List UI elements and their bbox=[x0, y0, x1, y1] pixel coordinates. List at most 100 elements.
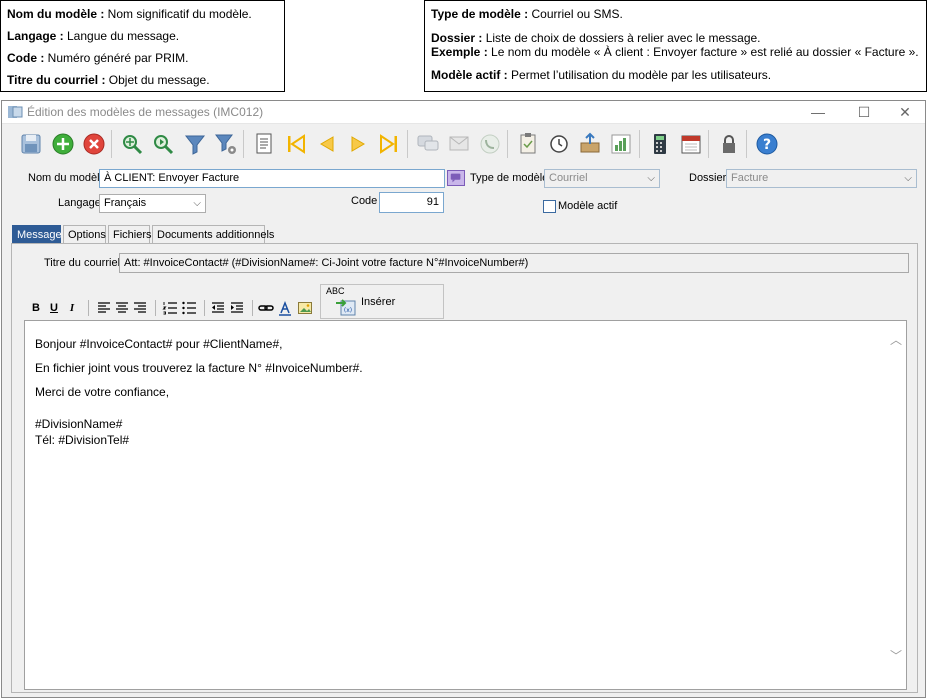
underline-button[interactable]: U bbox=[46, 300, 62, 316]
format-separator bbox=[252, 300, 253, 316]
minimize-button[interactable]: — bbox=[795, 101, 841, 124]
bullet-list-icon[interactable] bbox=[181, 300, 197, 316]
insert-button[interactable]: ABC (x) Insérer bbox=[320, 284, 444, 319]
email-icon[interactable] bbox=[444, 129, 474, 159]
report-icon[interactable] bbox=[249, 129, 279, 159]
window-title: Édition des modèles de messages (IMC012) bbox=[27, 105, 264, 119]
dossier-select[interactable]: Facture ⌵ bbox=[726, 169, 917, 188]
search-icon[interactable] bbox=[117, 129, 147, 159]
body-line: Bonjour #InvoiceContact# pour #ClientNam… bbox=[35, 337, 283, 351]
export-icon[interactable] bbox=[575, 129, 605, 159]
outdent-icon[interactable] bbox=[210, 300, 226, 316]
filter-settings-icon[interactable] bbox=[211, 129, 241, 159]
toolbar-separator bbox=[746, 130, 747, 158]
format-separator bbox=[155, 300, 156, 316]
subject-input[interactable]: Att: #InvoiceContact# (#DivisionName#: C… bbox=[119, 253, 909, 273]
code-field[interactable]: 91 bbox=[379, 192, 444, 213]
chevron-down-icon: ⌵ bbox=[904, 173, 912, 184]
toolbar: ? bbox=[2, 125, 925, 163]
dossier-label: Dossier bbox=[689, 172, 727, 184]
filter-icon[interactable] bbox=[180, 129, 210, 159]
tab-fichiers[interactable]: Fichiers bbox=[108, 225, 152, 244]
save-icon[interactable] bbox=[16, 129, 46, 159]
toolbar-separator bbox=[507, 130, 508, 158]
nom-label: Nom du modèle bbox=[28, 172, 106, 184]
langage-label: Langage bbox=[58, 197, 101, 209]
type-label: Type de modèle bbox=[470, 172, 549, 184]
scroll-down-icon[interactable]: ﹀ bbox=[890, 647, 902, 664]
format-separator bbox=[204, 300, 205, 316]
code-label: Code bbox=[351, 195, 378, 207]
previous-record-icon[interactable] bbox=[312, 129, 342, 159]
toolbar-separator bbox=[111, 130, 112, 158]
align-center-icon[interactable] bbox=[114, 300, 130, 316]
chat-icon[interactable] bbox=[447, 170, 465, 186]
link-icon[interactable] bbox=[258, 300, 274, 316]
title-bar[interactable]: Édition des modèles de messages (IMC012)… bbox=[2, 101, 925, 124]
actif-label: Modèle actif bbox=[558, 200, 618, 212]
toolbar-separator bbox=[407, 130, 408, 158]
toolbar-separator bbox=[639, 130, 640, 158]
tab-documents-additionnels[interactable]: Documents additionnels bbox=[152, 225, 274, 244]
callout-item: Modèle actif : Permet l’utilisation du m… bbox=[431, 68, 772, 82]
calendar-icon[interactable] bbox=[676, 129, 706, 159]
application-window: Édition des modèles de messages (IMC012)… bbox=[1, 100, 926, 698]
help-icon[interactable]: ? bbox=[752, 129, 782, 159]
font-color-icon[interactable] bbox=[277, 300, 293, 316]
message-body-editor[interactable]: Bonjour #InvoiceContact# pour #ClientNam… bbox=[24, 320, 907, 690]
callout-item: Exemple : Le nom du modèle « À client : … bbox=[431, 45, 919, 59]
image-icon[interactable] bbox=[297, 300, 313, 316]
callout-item: Titre du courriel : Objet du message. bbox=[7, 73, 210, 87]
history-icon[interactable] bbox=[544, 129, 574, 159]
maximize-button[interactable]: ☐ bbox=[841, 101, 887, 124]
first-record-icon[interactable] bbox=[281, 129, 311, 159]
last-record-icon[interactable] bbox=[374, 129, 404, 159]
body-line: En fichier joint vous trouverez la factu… bbox=[35, 361, 363, 375]
next-record-icon[interactable] bbox=[343, 129, 373, 159]
callout-item: Type de modèle : Courriel ou SMS. bbox=[431, 7, 623, 21]
lock-icon[interactable] bbox=[714, 129, 744, 159]
calculator-icon[interactable] bbox=[645, 129, 675, 159]
delete-icon[interactable] bbox=[79, 129, 109, 159]
numbered-list-icon[interactable] bbox=[162, 300, 178, 316]
scroll-up-icon[interactable]: ︿ bbox=[890, 331, 902, 348]
subject-label: Titre du courriel bbox=[44, 257, 121, 269]
align-left-icon[interactable] bbox=[96, 300, 112, 316]
close-button[interactable]: ✕ bbox=[882, 101, 928, 124]
chevron-down-icon: ⌵ bbox=[647, 173, 655, 184]
svg-text:?: ? bbox=[763, 137, 771, 153]
app-icon bbox=[8, 106, 23, 118]
actif-checkbox[interactable] bbox=[543, 200, 556, 213]
body-line: Merci de votre confiance, bbox=[35, 385, 170, 399]
langage-select[interactable]: Français ⌵ bbox=[99, 194, 206, 213]
callout-item: Dossier : Liste de choix de dossiers à r… bbox=[431, 31, 761, 45]
add-icon[interactable] bbox=[48, 129, 78, 159]
callout-right: Type de modèle : Courriel ou SMS. Dossie… bbox=[424, 0, 927, 92]
search-next-icon[interactable] bbox=[148, 129, 178, 159]
callout-item: Langage : Langue du message. bbox=[7, 29, 180, 43]
chevron-down-icon: ⌵ bbox=[193, 198, 201, 209]
italic-button[interactable]: I bbox=[64, 300, 80, 316]
callout-left: Nom du modèle : Nom significatif du modè… bbox=[0, 0, 285, 92]
message-icon[interactable] bbox=[413, 129, 443, 159]
tab-message[interactable]: Message bbox=[12, 225, 62, 244]
chart-icon[interactable] bbox=[606, 129, 636, 159]
format-separator bbox=[88, 300, 89, 316]
insert-field-icon: (x) bbox=[336, 299, 356, 316]
svg-text:(x): (x) bbox=[344, 307, 352, 314]
toolbar-separator bbox=[708, 130, 709, 158]
callout-item: Nom du modèle : Nom significatif du modè… bbox=[7, 7, 252, 21]
insert-label: Insérer bbox=[361, 296, 396, 308]
indent-icon[interactable] bbox=[229, 300, 245, 316]
toolbar-separator bbox=[243, 130, 244, 158]
body-line: Tél: #DivisionTel# bbox=[35, 433, 130, 447]
bold-button[interactable]: B bbox=[28, 300, 44, 316]
type-select[interactable]: Courriel ⌵ bbox=[544, 169, 660, 188]
align-right-icon[interactable] bbox=[132, 300, 148, 316]
nom-input[interactable]: À CLIENT: Envoyer Facture bbox=[99, 169, 445, 188]
clipboard-icon[interactable] bbox=[513, 129, 543, 159]
phone-icon[interactable] bbox=[475, 129, 505, 159]
tab-options[interactable]: Options bbox=[63, 225, 106, 244]
body-line: #DivisionName# bbox=[35, 417, 123, 431]
callout-item: Code : Numéro généré par PRIM. bbox=[7, 51, 189, 65]
